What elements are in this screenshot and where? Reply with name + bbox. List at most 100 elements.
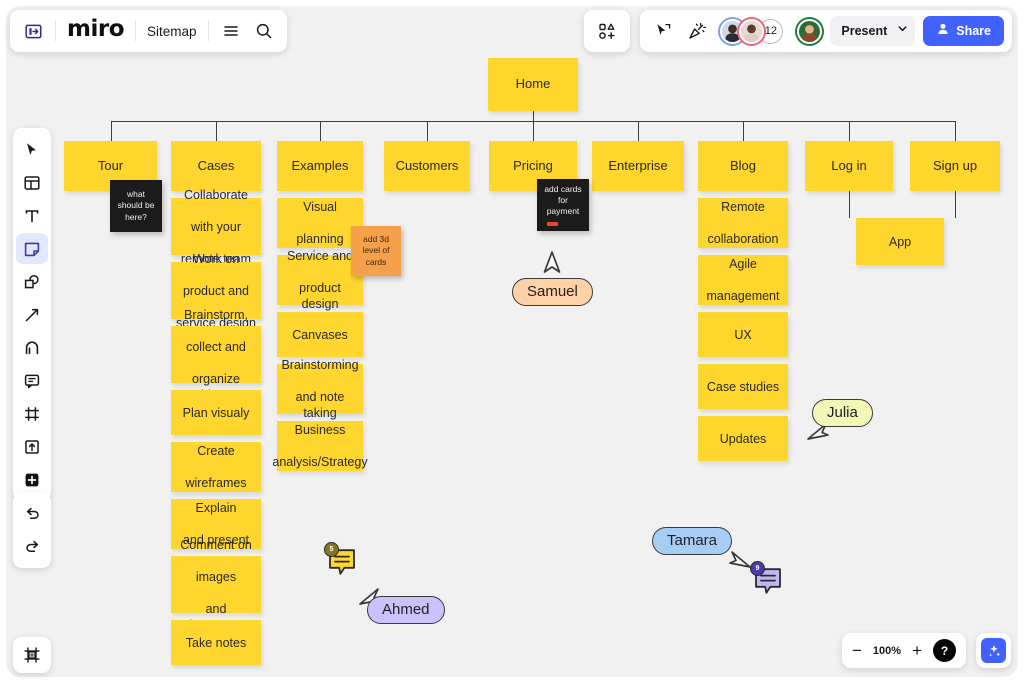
connector-drop <box>427 121 429 141</box>
board-header-bar: miro Sitemap <box>10 10 287 52</box>
sitemap-node-customers[interactable]: Customers <box>384 141 470 191</box>
cursor-arrow-icon[interactable] <box>16 134 48 165</box>
chevron-down-icon[interactable] <box>896 22 909 40</box>
collaborator-avatars[interactable]: 12 <box>720 18 784 44</box>
sitemap-node-blog[interactable]: Blog <box>698 141 788 191</box>
header-divider-3 <box>207 21 209 41</box>
left-tool-palette <box>13 128 51 501</box>
sticky-red-tag <box>547 222 558 226</box>
connector-signup-app <box>955 191 957 218</box>
zoom-out-button[interactable]: − <box>852 642 862 659</box>
help-button[interactable]: ? <box>933 639 956 662</box>
sticky-text: add cards for payment <box>544 184 582 217</box>
sitemap-child-node[interactable]: Create wireframes <box>171 442 261 492</box>
sitemap-child-node[interactable]: Brainstorm,collect andorganize ideas <box>171 308 261 402</box>
apps-grid-icon[interactable] <box>594 18 620 44</box>
sticky-note-icon[interactable] <box>16 233 48 264</box>
comment-count-badge: 5 <box>324 542 339 557</box>
pen-draw-icon[interactable] <box>16 332 48 363</box>
sitemap-child-node[interactable]: Canvases <box>277 312 363 357</box>
board-title[interactable]: Sitemap <box>147 24 197 39</box>
celebrate-reactions-icon[interactable] <box>684 18 710 44</box>
miro-logo[interactable]: miro <box>67 18 125 44</box>
connector-drop <box>533 121 535 141</box>
upload-icon[interactable] <box>16 431 48 462</box>
redo-arrow-icon[interactable] <box>16 531 48 562</box>
connector-drop <box>638 121 640 141</box>
undo-arrow-icon[interactable] <box>16 498 48 529</box>
sticky-what-should-be-here[interactable]: what should be here? <box>110 180 162 232</box>
cursor-share-icon[interactable] <box>650 18 676 44</box>
apps-panel <box>584 10 631 52</box>
search-icon[interactable] <box>253 20 275 42</box>
top-right-toolbar: 12 Present Share <box>584 10 1012 52</box>
sitemap-node-log-in[interactable]: Log in <box>805 141 893 191</box>
sitemap-node-enterprise[interactable]: Enterprise <box>592 141 684 191</box>
sitemap-child-node[interactable]: Brainstorming and note taking <box>277 358 363 420</box>
collaborator-name-label: Tamara <box>652 527 733 555</box>
sitemap-node-home[interactable]: Home <box>488 58 578 111</box>
undo-redo-palette <box>13 492 51 568</box>
share-button[interactable]: Share <box>923 16 1004 46</box>
avatar-self[interactable] <box>797 18 823 44</box>
frames-panel-icon[interactable] <box>13 637 51 673</box>
comment-pin-ahmed[interactable]: 5 <box>324 542 356 577</box>
sitemap-child-node[interactable]: Agile management <box>698 255 788 305</box>
connector-login-app <box>849 191 851 218</box>
sitemap-child-node[interactable]: Plan visualy <box>171 390 261 435</box>
frame-icon[interactable] <box>16 398 48 429</box>
sitemap-child-node[interactable]: Updates <box>698 416 788 461</box>
comment-bubble-icon[interactable] <box>16 365 48 396</box>
collaborator-name-label: Julia <box>812 399 873 427</box>
ai-sparkle-icon <box>981 638 1006 663</box>
zoom-in-button[interactable]: + <box>912 642 922 659</box>
text-t-icon[interactable] <box>16 200 48 231</box>
header-divider-2 <box>135 21 136 41</box>
avatar[interactable] <box>739 18 765 44</box>
sticky-add-3d-level-of-cards[interactable]: add 3d level of cards <box>351 226 401 276</box>
shapes-icon[interactable] <box>16 266 48 297</box>
sitemap-child-node[interactable]: Remote collaboration <box>698 198 788 248</box>
present-label: Present <box>841 24 888 38</box>
collaborator-name-label: Samuel <box>512 278 593 306</box>
cursor-pointer-icon <box>541 250 563 281</box>
sitemap-node-sign-up[interactable]: Sign up <box>910 141 1000 191</box>
sitemap-node-examples[interactable]: Examples <box>277 141 363 191</box>
present-button[interactable]: Present <box>830 16 916 46</box>
sitemap-child-node[interactable]: Business analysis/Strategy <box>272 421 368 471</box>
collaboration-panel: 12 Present Share <box>640 10 1012 52</box>
person-icon <box>936 22 950 41</box>
hamburger-menu-icon[interactable] <box>220 20 242 42</box>
sitemap-child-node[interactable]: Comment onimagesand documents <box>171 538 261 632</box>
connector-drop <box>743 121 745 141</box>
plus-square-icon[interactable] <box>16 464 48 495</box>
connector-drop <box>849 121 851 141</box>
connector-drop <box>955 121 957 141</box>
arrow-line-icon[interactable] <box>16 299 48 330</box>
zoom-level-label[interactable]: 100% <box>873 645 901 657</box>
sitemap-child-node[interactable]: Case studies <box>698 364 788 409</box>
sticky-text: add 3d level of cards <box>362 234 390 267</box>
board-switch-icon[interactable] <box>22 20 44 42</box>
sticky-text: what should be here? <box>117 189 155 222</box>
templates-icon[interactable] <box>16 167 48 198</box>
board-canvas[interactable]: Tour Cases Collaborate with your remote team… <box>6 6 1018 677</box>
sitemap-child-node[interactable]: Collaborate with your remote team <box>171 188 261 266</box>
comment-count-badge: 9 <box>750 561 765 576</box>
share-label: Share <box>956 24 991 38</box>
comment-pin-tamara[interactable]: 9 <box>750 561 782 596</box>
zoom-controls: − 100% + ? <box>841 633 966 668</box>
connector-drop <box>216 121 218 141</box>
collaborator-name-label: Ahmed <box>367 596 445 624</box>
sitemap-node-cases[interactable]: Cases <box>171 141 261 191</box>
ai-assistant-button[interactable] <box>976 633 1011 668</box>
sitemap-node-app[interactable]: App <box>856 218 944 265</box>
cursor-pointer-icon <box>726 548 752 577</box>
sitemap-child-node[interactable]: UX <box>698 312 788 357</box>
miro-board-screen: Tour Cases Collaborate with your remote team… <box>0 0 1024 683</box>
sitemap-child-node[interactable]: Take notes <box>171 620 261 665</box>
connector-drop <box>110 121 112 141</box>
header-divider-1 <box>55 21 56 41</box>
sticky-add-cards-for-payment[interactable]: add cards for payment <box>537 179 589 231</box>
connector-root-stem <box>533 111 535 121</box>
